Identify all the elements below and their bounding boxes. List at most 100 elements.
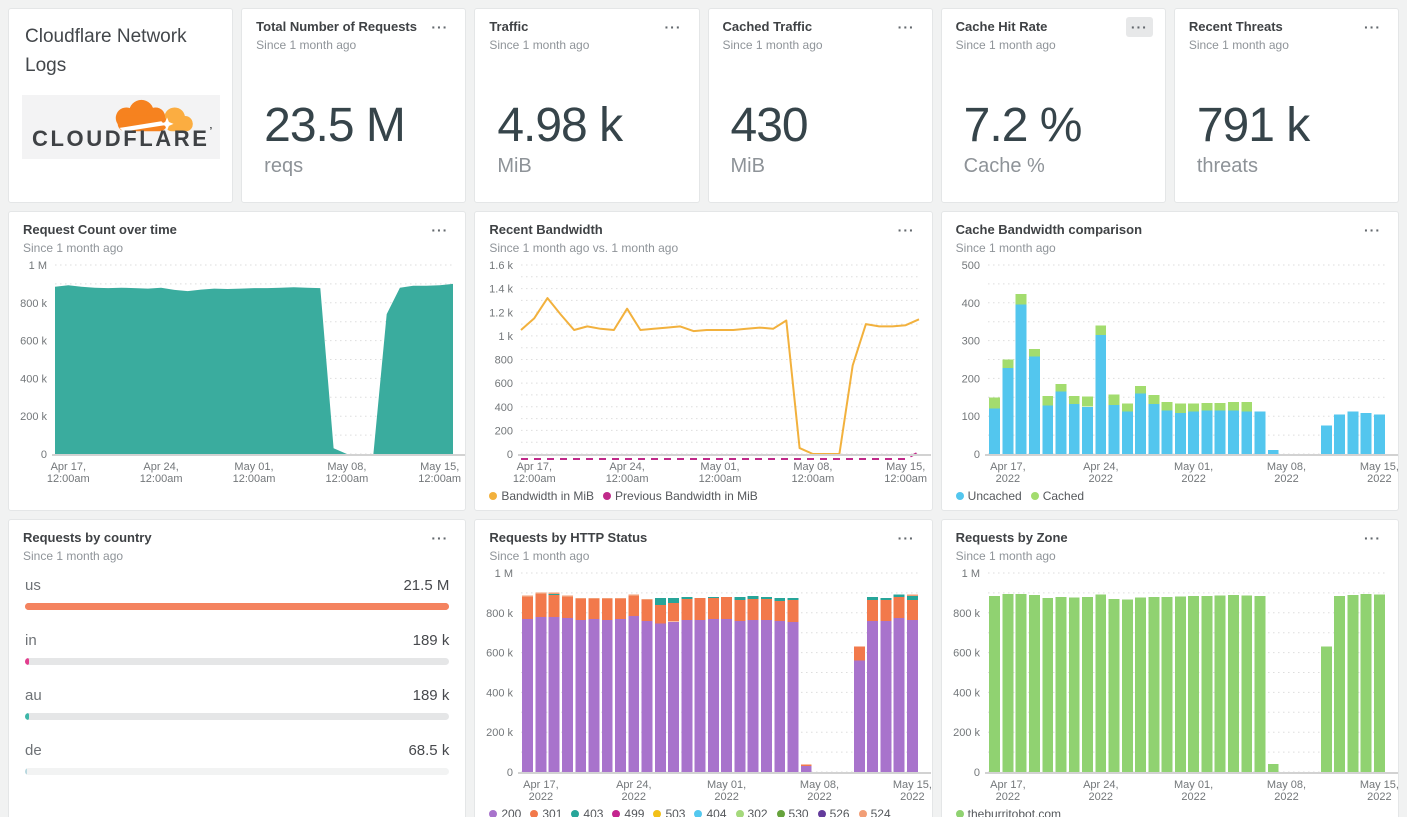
panel-menu-icon[interactable]: ···	[1125, 17, 1153, 37]
svg-text:May 08,: May 08,	[800, 779, 839, 791]
country-row[interactable]: au 189 k	[25, 687, 450, 742]
country-bar-track	[25, 658, 450, 666]
legend-item[interactable]: 526	[817, 807, 850, 817]
legend-dot-icon	[955, 491, 964, 500]
legend-item[interactable]: Cached	[1030, 489, 1084, 503]
country-row[interactable]: in 189 k	[25, 632, 450, 687]
svg-text:Apr 17,: Apr 17,	[51, 461, 86, 473]
svg-text:1 M: 1 M	[495, 568, 513, 580]
svg-text:May 15,: May 15,	[420, 461, 459, 473]
country-row[interactable]: de 68.5 k	[25, 742, 450, 797]
legend-item[interactable]: 530	[776, 807, 809, 817]
svg-text:Apr 24,: Apr 24,	[143, 461, 178, 473]
legend-item[interactable]: Previous Bandwidth in MiB	[603, 489, 758, 503]
svg-text:200: 200	[961, 374, 979, 386]
svg-text:2022: 2022	[1088, 791, 1112, 803]
svg-text:400 k: 400 k	[486, 688, 513, 700]
legend-item[interactable]: Uncached	[955, 489, 1022, 503]
svg-text:0: 0	[974, 449, 980, 461]
legend-dot-icon	[776, 809, 785, 817]
country-label: au	[25, 687, 42, 705]
panel-subtitle: Since 1 month ago	[256, 38, 357, 53]
chart-legend: Uncached Cached	[942, 488, 1398, 510]
legend-dot-icon	[735, 809, 744, 817]
panel-requests-by-country: Requests by country Since 1 month ago ··…	[8, 519, 467, 817]
panel-menu-icon[interactable]: ···	[426, 528, 453, 548]
svg-text:Apr 24,: Apr 24,	[610, 461, 645, 473]
legend-item[interactable]: Bandwidth in MiB	[489, 489, 594, 503]
panel-header: Requests by HTTP Status Since 1 month ag…	[475, 520, 931, 563]
stat-unit: Cache %	[963, 155, 1045, 177]
panel-title: Cached Traffic	[722, 19, 813, 34]
svg-text:600 k: 600 k	[20, 336, 47, 348]
panel-menu-icon[interactable]: ···	[1359, 17, 1386, 37]
country-row[interactable]: us 21.5 M	[25, 577, 450, 632]
svg-text:May 15,: May 15,	[893, 779, 931, 791]
svg-text:200 k: 200 k	[953, 727, 980, 739]
legend-dot-icon	[489, 491, 498, 500]
svg-text:Apr 17,: Apr 17,	[517, 461, 552, 473]
svg-text:0: 0	[41, 449, 47, 461]
legend-item[interactable]: 403	[571, 807, 603, 817]
request-count-chart[interactable]: 0 200 k 400 k 600 k 800 k1 M Apr 17, 12:00am Ap…	[9, 255, 465, 488]
svg-text:Apr 17,: Apr 17,	[990, 461, 1025, 473]
svg-text:May 15,: May 15,	[1359, 461, 1397, 473]
svg-text:400 k: 400 k	[953, 688, 980, 700]
panel-menu-icon[interactable]: ···	[660, 17, 687, 37]
legend-item[interactable]: 503	[653, 807, 685, 817]
panel-menu-icon[interactable]: ···	[893, 17, 920, 37]
panel-menu-icon[interactable]: ···	[893, 220, 920, 240]
panel-menu-icon[interactable]: ···	[1359, 220, 1386, 240]
legend-dot-icon	[955, 809, 964, 817]
svg-text:2022: 2022	[808, 791, 832, 803]
stat-unit: MiB	[730, 155, 765, 177]
panel-subtitle: Since 1 month ago	[955, 241, 1056, 256]
requests-by-zone-chart[interactable]: 0 200 k 400 k 600 k 800 k1 M Apr 17, 2022 Apr 2…	[942, 563, 1398, 806]
legend-item[interactable]: 200	[489, 807, 521, 817]
legend-item[interactable]: 524	[858, 807, 891, 817]
panel-menu-icon[interactable]: ···	[1359, 528, 1386, 548]
svg-text:800: 800	[495, 355, 513, 367]
panel-menu-icon[interactable]: ···	[893, 528, 920, 548]
legend-item[interactable]: theburritobot.com	[955, 807, 1061, 817]
panel-subtitle: Since 1 month ago vs. 1 month ago	[489, 241, 679, 256]
http-status-chart[interactable]: 0 200 k 400 k 600 k 800 k1 M Apr 17, 2022 Apr 2…	[475, 563, 931, 806]
legend-label: 301	[542, 806, 563, 817]
svg-text:2022: 2022	[995, 473, 1019, 485]
recent-bandwidth-chart[interactable]: 0 200 400 600 800 1 k 1.2 k 1.4 k 1.6 k Apr 17, 12…	[475, 255, 932, 488]
svg-text:12:00am: 12:00am	[140, 473, 183, 485]
stat-value: 7.2 %	[963, 98, 1083, 152]
legend-dot-icon	[612, 809, 621, 817]
svg-text:2022: 2022	[1367, 791, 1391, 803]
svg-text:2022: 2022	[1274, 791, 1298, 803]
svg-text:200 k: 200 k	[486, 727, 513, 739]
svg-text:600 k: 600 k	[953, 648, 980, 660]
legend-item[interactable]: 404	[694, 807, 727, 817]
chart-legend: 200 301 403 499 503 404 302 530 526 524	[475, 806, 931, 817]
panel-title: Requests by HTTP Status	[489, 530, 648, 545]
svg-text:May 08,: May 08,	[794, 461, 833, 473]
legend-label: 403	[583, 806, 604, 817]
country-bar-fill	[25, 658, 29, 666]
svg-text:1 k: 1 k	[499, 331, 514, 343]
legend-item[interactable]: 302	[735, 806, 768, 817]
legend-dot-icon	[603, 491, 612, 500]
svg-text:2022: 2022	[1274, 473, 1298, 485]
cache-bandwidth-chart[interactable]: 0 100 200 300 400 500 Apr 17, 2022 Apr 24, 2022 Ma…	[942, 255, 1398, 488]
svg-text:400: 400	[961, 298, 979, 310]
svg-text:200 k: 200 k	[20, 411, 47, 423]
panel-stat-recent-threats: Recent Threats Since 1 month ago ··· 791…	[1173, 8, 1399, 203]
panel-menu-icon[interactable]: ···	[426, 17, 453, 37]
svg-text:100: 100	[961, 411, 979, 423]
legend-item[interactable]: 499	[612, 807, 644, 817]
country-bar-track	[25, 768, 450, 776]
svg-text:Apr 17,: Apr 17,	[523, 779, 558, 791]
legend-label: 302	[747, 806, 768, 817]
svg-text:800 k: 800 k	[486, 608, 513, 620]
panel-menu-icon[interactable]: ···	[426, 220, 453, 240]
svg-text:2022: 2022	[1088, 473, 1112, 485]
panel-header: Requests by country Since 1 month ago	[9, 520, 465, 563]
svg-text:600: 600	[495, 378, 513, 390]
svg-text:12:00am: 12:00am	[792, 473, 835, 485]
legend-item[interactable]: 301	[530, 807, 562, 817]
